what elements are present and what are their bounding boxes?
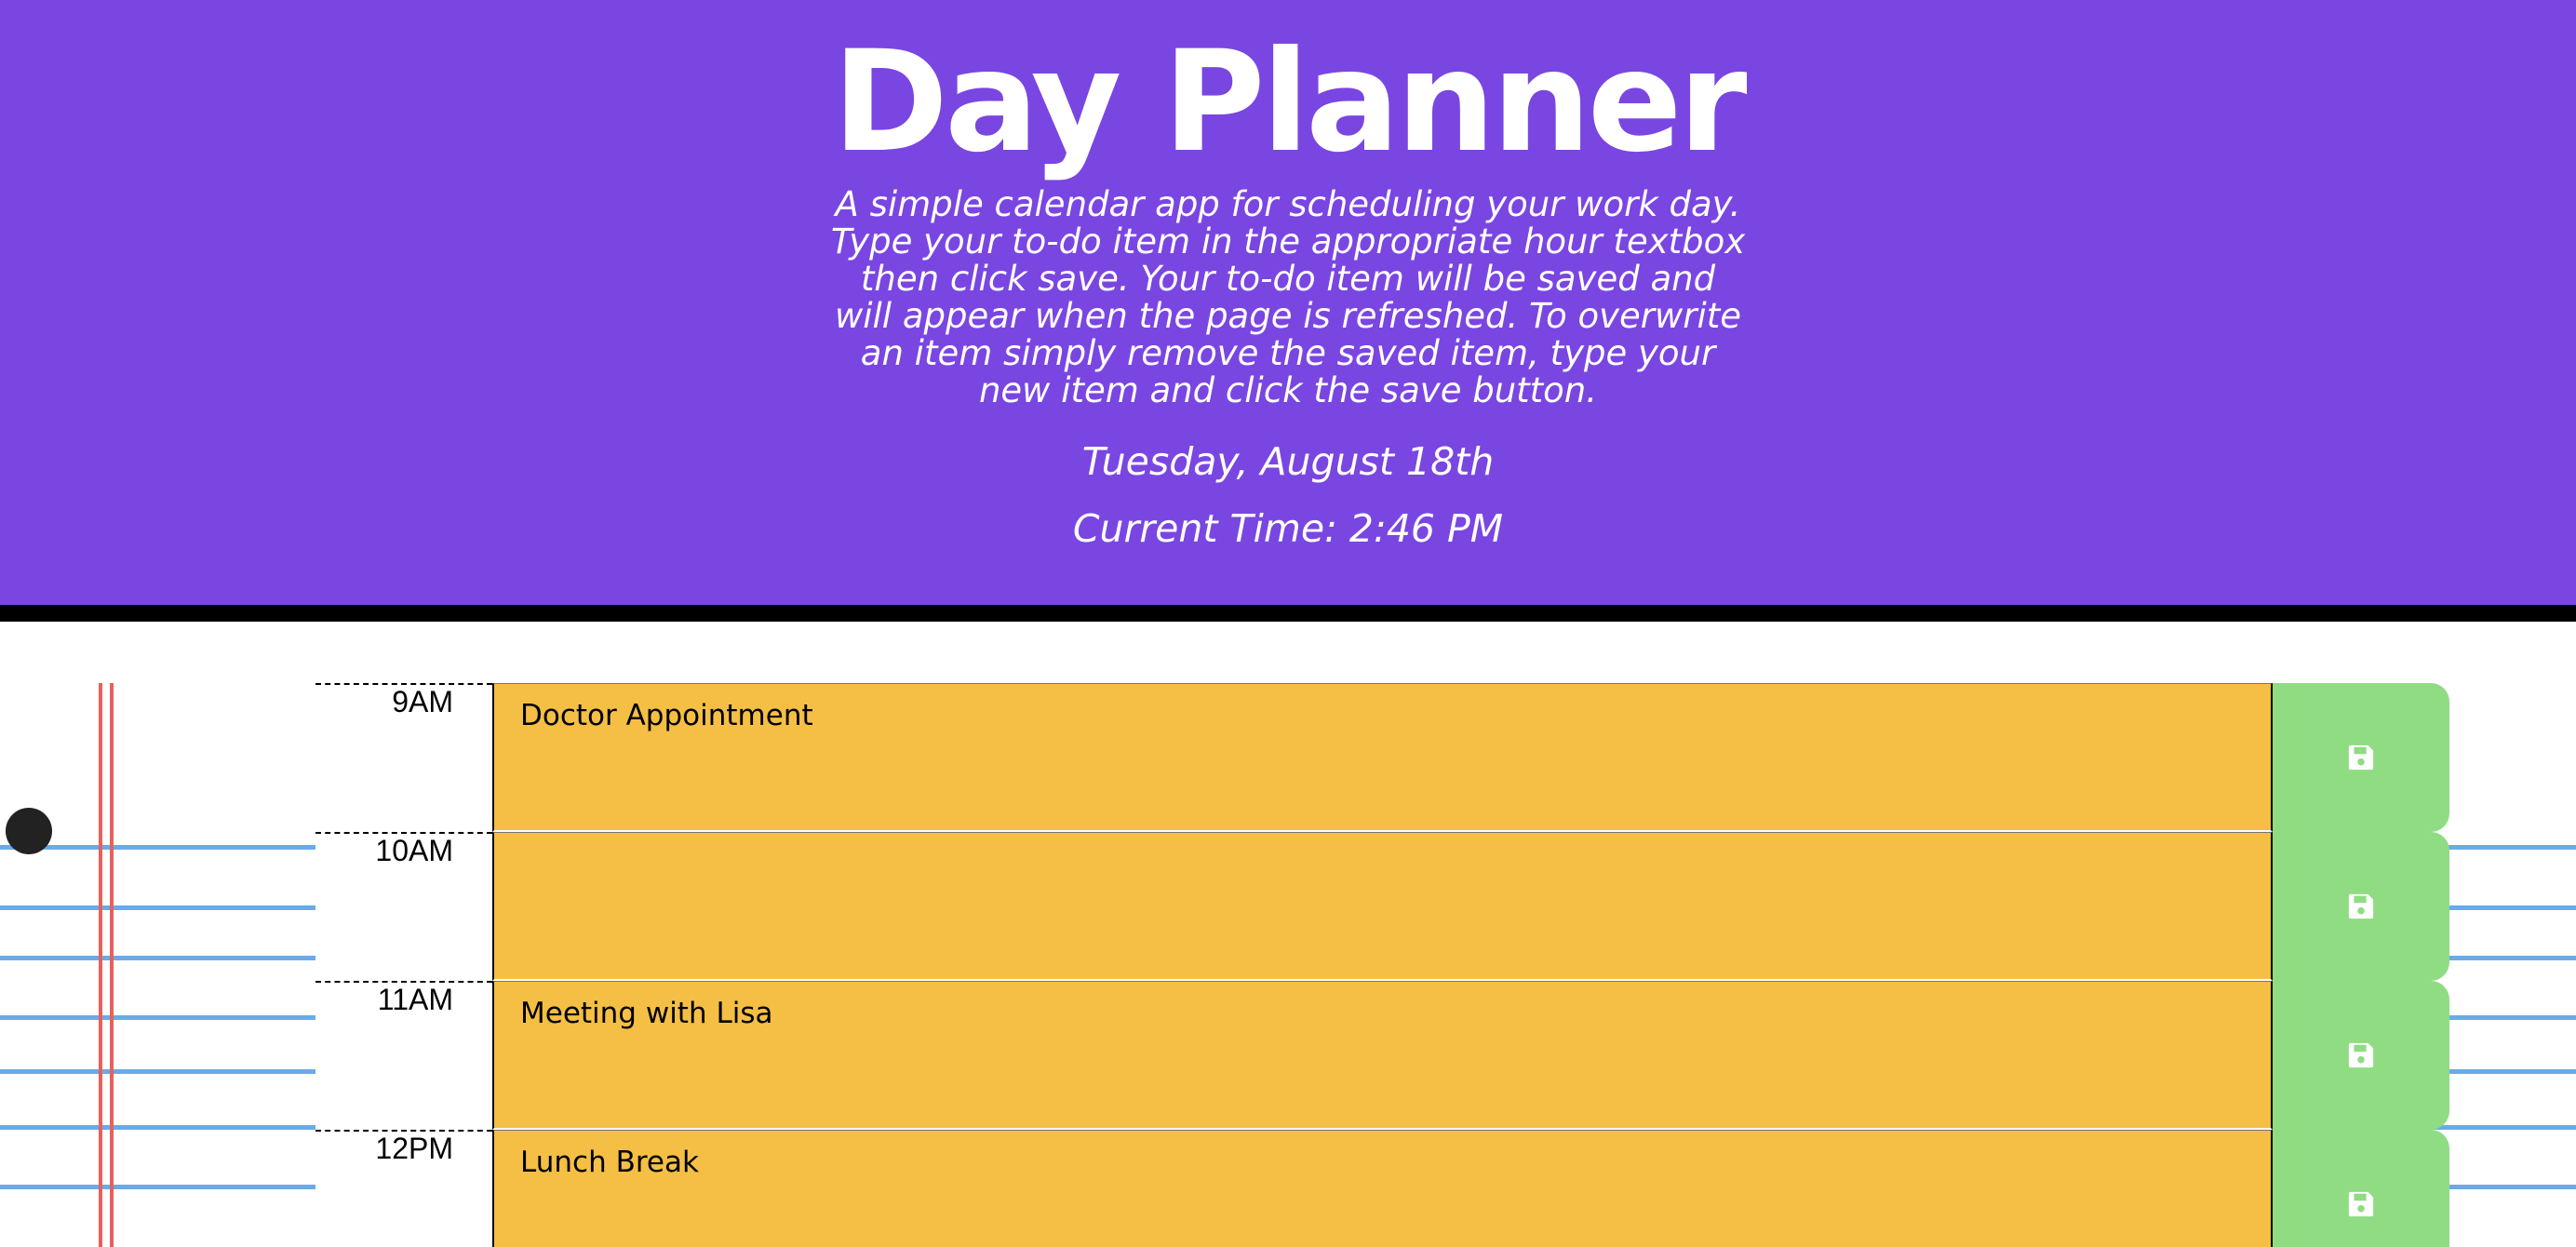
hour-label: 9AM bbox=[315, 683, 492, 832]
floppy-disk-icon bbox=[2348, 744, 2374, 771]
save-button[interactable] bbox=[2273, 832, 2449, 981]
planner-rows: 9AM Doctor Appointment 10AM 11AM Meeting… bbox=[315, 683, 2449, 1247]
description-line: will appear when the page is refreshed. … bbox=[834, 296, 1741, 336]
task-input[interactable]: Meeting with Lisa bbox=[492, 981, 2273, 1130]
binder-hole bbox=[6, 808, 52, 854]
app-description: A simple calendar app for scheduling you… bbox=[776, 186, 1800, 409]
task-input[interactable] bbox=[492, 832, 2273, 981]
task-input[interactable]: Lunch Break bbox=[492, 1130, 2273, 1247]
task-input[interactable]: Doctor Appointment bbox=[492, 683, 2273, 832]
description-line: Type your to-do item in the appropriate … bbox=[830, 221, 1746, 261]
save-button[interactable] bbox=[2273, 1130, 2449, 1247]
floppy-disk-icon bbox=[2348, 1042, 2374, 1068]
floppy-disk-icon bbox=[2348, 893, 2374, 919]
hour-label: 11AM bbox=[315, 981, 492, 1130]
margin-line bbox=[110, 683, 114, 1247]
header: Day Planner A simple calendar app for sc… bbox=[0, 0, 2576, 605]
description-line: then click save. Your to-do item will be… bbox=[860, 259, 1716, 299]
hour-label: 10AM bbox=[315, 832, 492, 981]
page-title: Day Planner bbox=[832, 21, 1748, 183]
current-date: Tuesday, August 18th bbox=[1081, 439, 1495, 484]
day-planner-app: Day Planner A simple calendar app for sc… bbox=[0, 0, 2576, 1247]
time-block: 10AM bbox=[315, 832, 2449, 981]
description-line: A simple calendar app for scheduling you… bbox=[835, 184, 1741, 224]
save-button[interactable] bbox=[2273, 981, 2449, 1130]
description-line: an item simply remove the saved item, ty… bbox=[860, 333, 1716, 373]
time-block: 9AM Doctor Appointment bbox=[315, 683, 2449, 832]
save-button[interactable] bbox=[2273, 683, 2449, 832]
hour-label: 12PM bbox=[315, 1130, 492, 1247]
time-block: 11AM Meeting with Lisa bbox=[315, 981, 2449, 1130]
margin-line bbox=[99, 683, 102, 1247]
current-time: Current Time: 2:46 PM bbox=[1072, 506, 1504, 551]
header-divider bbox=[0, 605, 2576, 622]
floppy-disk-icon bbox=[2348, 1191, 2374, 1217]
time-block: 12PM Lunch Break bbox=[315, 1130, 2449, 1247]
description-line: new item and click the save button. bbox=[978, 370, 1598, 410]
